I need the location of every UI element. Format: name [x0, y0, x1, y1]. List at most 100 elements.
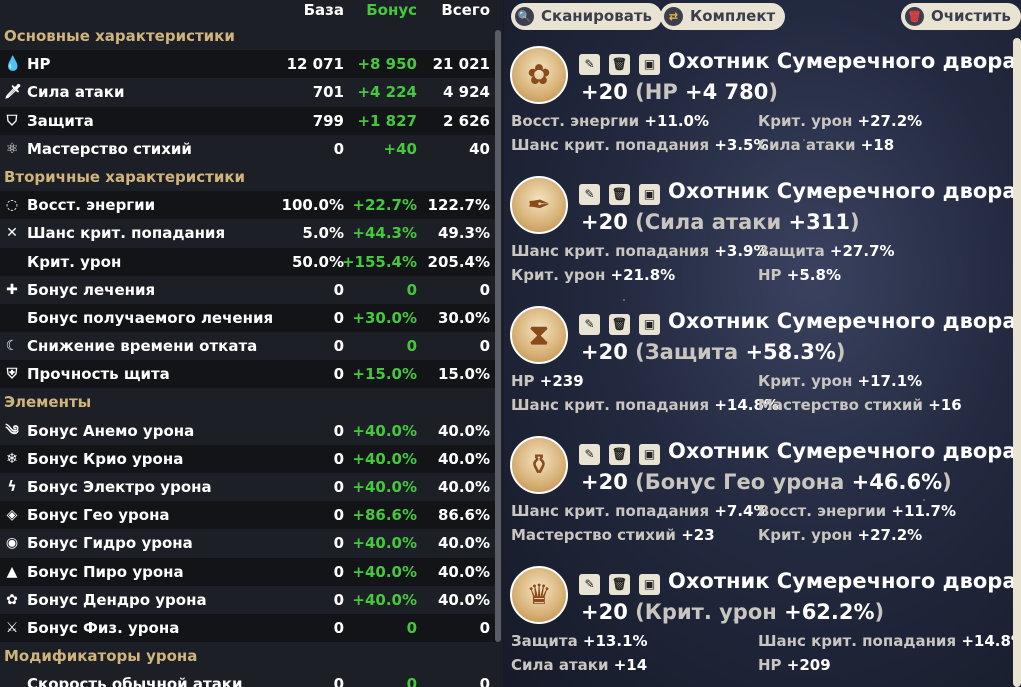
substat-name: Шанс крит. попадания [511, 242, 710, 260]
artifacts-scrollbar[interactable] [1013, 38, 1021, 687]
artifact-main-stat-name: Сила атаки [644, 210, 782, 234]
stat-bonus-value: +1 827 [357, 111, 417, 130]
heal-icon: ✚ [6, 281, 18, 298]
flower-icon: ✿ [510, 46, 568, 104]
stat-base-value: 0 [333, 506, 344, 525]
delete-icon[interactable]: 🗑 [609, 54, 630, 75]
delete-icon[interactable]: 🗑 [609, 184, 630, 205]
substat-name: Сила атаки [511, 656, 609, 674]
stat-row: ✕ Шанс крит. попадания 5.0% +44.3% 49.3% [0, 219, 500, 247]
artifact-card[interactable]: ✿ ✎ 🗑 ▣ Охотник Сумеречного двора +20 (HP +4 … [504, 42, 1017, 168]
stat-row: ✚ Бонус лечения 0 0 0 [0, 276, 500, 304]
stat-base-value: 0 [333, 365, 344, 384]
stat-bonus-value: +155.4% [341, 252, 417, 271]
stat-label: Бонус Анемо урона [27, 421, 195, 440]
stat-base-value: 0 [333, 139, 344, 158]
artifact-main-stat: +20 (Сила атаки +311) [581, 210, 860, 234]
stat-bonus-value: 0 [406, 280, 417, 299]
artifact-substat: Сила атаки +18 [758, 136, 894, 154]
stat-total-value: 0 [479, 675, 490, 687]
substat-value: +11.7% [891, 502, 957, 520]
lock-icon[interactable]: ▣ [639, 444, 660, 465]
artifact-card[interactable]: ✒ ✎ 🗑 ▣ Охотник Сумеречного двора +20 (Сила а… [504, 172, 1017, 298]
artifact-main-stat-name: Бонус Гео урона [644, 470, 845, 494]
stat-total-value: 205.4% [427, 252, 490, 271]
crit-icon: ✕ [6, 225, 18, 242]
feather-icon: ✒ [510, 176, 568, 234]
stat-total-value: 21 021 [432, 55, 490, 74]
edit-icon[interactable]: ✎ [579, 314, 600, 335]
stat-total-value: 49.3% [437, 224, 490, 243]
lock-icon[interactable]: ▣ [639, 314, 660, 335]
artifact-substat: Восст. энергии +11.7% [758, 502, 956, 520]
artifact-level: +20 [581, 340, 628, 364]
edit-icon[interactable]: ✎ [579, 574, 600, 595]
stat-bonus-value: +40.0% [352, 590, 417, 609]
substat-name: Шанс крит. попадания [511, 502, 710, 520]
lock-icon[interactable]: ▣ [639, 574, 660, 595]
stat-label: Бонус Дендро урона [27, 590, 207, 609]
stat-bonus-value: +44.3% [352, 224, 417, 243]
stat-base-value: 5.0% [302, 224, 344, 243]
lock-icon[interactable]: ▣ [639, 54, 660, 75]
artifact-substat: Защита +27.7% [758, 242, 895, 260]
stat-row: ⚛ Мастерство стихий 0 +40 40 [0, 135, 500, 163]
stat-base-value: 0 [333, 675, 344, 687]
stat-total-value: 40.0% [437, 478, 490, 496]
artifact-card[interactable]: ⧗ ✎ 🗑 ▣ Охотник Сумеречного двора +20 (Защита… [504, 302, 1017, 428]
stat-row: ◈ Бонус Гео урона 0 +86.6% 86.6% [0, 501, 500, 530]
stat-bonus-value: +40.0% [352, 449, 417, 468]
set-button[interactable]: ⇄ Комплект [660, 3, 786, 30]
delete-icon[interactable]: 🗑 [609, 444, 630, 465]
artifact-card[interactable]: ♛ ✎ 🗑 ▣ Охотник Сумеречного двора +20 (Крит. … [504, 562, 1021, 687]
edit-icon[interactable]: ✎ [579, 444, 600, 465]
artifact-substat: Шанс крит. попадания +7.4% [511, 502, 768, 520]
artifact-substat: Восст. энергии +11.0% [511, 112, 709, 130]
artifact-level: +20 [581, 210, 628, 234]
stat-row: Бонус получаемого лечения 0 +30.0% 30.0% [0, 303, 500, 333]
stat-label: Снижение времени отката [27, 337, 258, 356]
stat-row: ༄ Бонус Анемо урона 0 +40.0% 40.0% [0, 417, 500, 445]
stat-label: Бонус Пиро урона [27, 562, 184, 581]
stat-row: ▲ Бонус Пиро урона 0 +40.0% 40.0% [0, 557, 500, 586]
substat-name: Восст. энергии [511, 112, 640, 130]
stat-bonus-value: 0 [406, 675, 417, 687]
stat-total-value: 40.0% [437, 449, 490, 468]
stat-row: Крит. урон 50.0% +155.4% 205.4% [0, 247, 500, 276]
delete-icon[interactable]: 🗑 [609, 314, 630, 335]
substat-name: Шанс крит. попадания [511, 396, 710, 414]
stat-base-value: 12 071 [286, 55, 344, 74]
edit-icon[interactable]: ✎ [579, 54, 600, 75]
substat-value: +27.2% [857, 526, 923, 544]
artifact-main-stat-value: +46.6% [851, 470, 943, 494]
substat-name: HP [758, 656, 782, 674]
stat-label: Бонус лечения [27, 280, 156, 299]
substat-name: HP [511, 372, 535, 390]
stat-bonus-value: +8 950 [357, 55, 417, 74]
clear-button[interactable]: 🗑 Очистить [901, 3, 1021, 30]
edit-icon[interactable]: ✎ [579, 184, 600, 205]
stat-label: Шанс крит. попадания [27, 224, 226, 243]
sword-icon: 🗡 [4, 84, 22, 101]
swap-icon: ⇄ [664, 7, 683, 26]
lock-icon[interactable]: ▣ [639, 184, 660, 205]
substat-name: Шанс крит. попадания [758, 632, 957, 650]
stats-section-heading: Элементы [4, 393, 92, 412]
pyro-icon: ▲ [6, 563, 18, 580]
stat-total-value: 40.0% [437, 590, 490, 609]
stat-total-value: 122.7% [427, 196, 490, 215]
substat-value: +209 [786, 656, 831, 674]
scan-button[interactable]: 🔍 Сканировать [511, 3, 663, 30]
clear-button-label: Очистить [931, 7, 1011, 25]
artifact-main-stat-name: HP [644, 80, 678, 104]
delete-icon[interactable]: 🗑 [609, 574, 630, 595]
stats-scrollbar[interactable] [495, 30, 501, 642]
shield-strength-icon: ⛨ [6, 366, 18, 383]
stat-row: ⛨ Прочность щита 0 +15.0% 15.0% [0, 360, 500, 389]
stat-label: Сила атаки [27, 83, 125, 102]
artifact-substat: Крит. урон +27.2% [758, 526, 922, 544]
scan-button-label: Сканировать [541, 7, 653, 25]
artifact-card[interactable]: ⚱ ✎ 🗑 ▣ Охотник Сумеречного двора +20 (Бонус … [504, 432, 1017, 558]
stat-label: Бонус получаемого лечения [27, 308, 274, 327]
substat-name: Крит. урон [758, 112, 853, 130]
